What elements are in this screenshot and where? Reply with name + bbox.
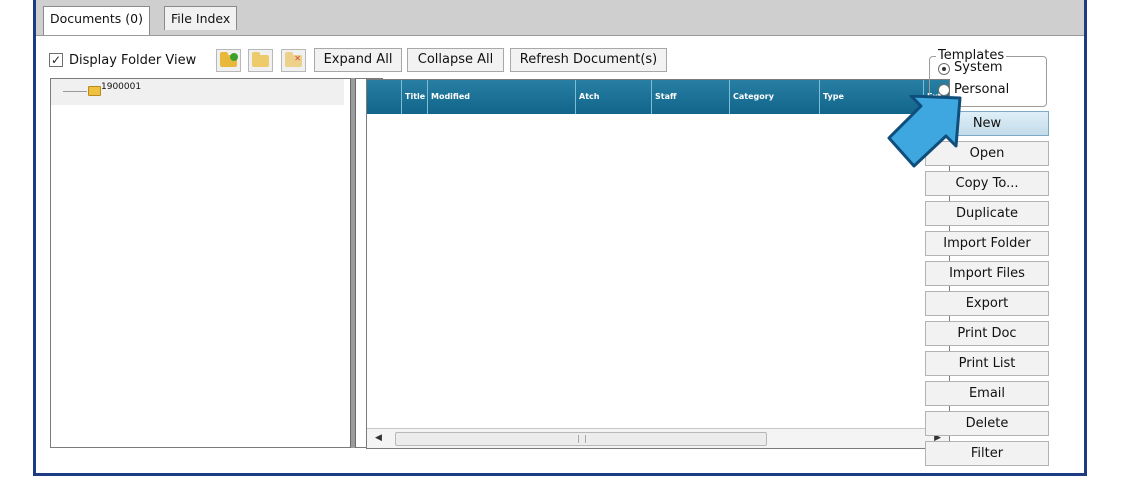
copy-to-button[interactable]: Copy To...	[925, 171, 1049, 196]
documents-window: Documents (0) File Index ✓ Display Folde…	[33, 0, 1087, 476]
filter-button[interactable]: Filter	[925, 441, 1049, 466]
document-grid: Title Modified Atch Staff Category Type …	[366, 79, 950, 449]
panel-splitter[interactable]	[350, 78, 356, 448]
tab-documents[interactable]: Documents (0)	[43, 6, 150, 36]
column-category[interactable]: Category	[729, 80, 819, 114]
display-folder-view-checkbox[interactable]: ✓	[49, 53, 63, 67]
import-folder-button[interactable]: Import Folder	[925, 231, 1049, 256]
column-modified[interactable]: Modified	[427, 80, 575, 114]
refresh-documents-button[interactable]: Refresh Document(s)	[510, 48, 667, 72]
column-atch[interactable]: Atch	[575, 80, 651, 114]
duplicate-button[interactable]: Duplicate	[925, 201, 1049, 226]
email-button[interactable]: Email	[925, 381, 1049, 406]
tree-node-label: 1900001	[101, 82, 142, 92]
new-folder-icon	[220, 52, 238, 67]
radio-system[interactable]	[938, 63, 950, 75]
tab-file-index[interactable]: File Index	[164, 6, 238, 30]
scroll-left-icon[interactable]: ◀	[375, 433, 382, 443]
open-folder-button[interactable]	[248, 49, 273, 72]
scrollbar-thumb[interactable]	[395, 432, 767, 446]
tab-strip: Documents (0) File Index	[36, 0, 1084, 36]
tree-node-row[interactable]: 1900001	[51, 79, 344, 105]
delete-button[interactable]: Delete	[925, 411, 1049, 436]
display-folder-view-label: Display Folder View	[69, 53, 197, 68]
column-staff[interactable]: Staff	[651, 80, 729, 114]
expand-all-button[interactable]: Expand All	[314, 48, 402, 72]
export-button[interactable]: Export	[925, 291, 1049, 316]
delete-folder-icon: ✕	[285, 52, 302, 67]
folder-tree: 1900001	[50, 78, 383, 448]
print-list-button[interactable]: Print List	[925, 351, 1049, 376]
tree-connector	[63, 91, 87, 92]
collapse-all-button[interactable]: Collapse All	[407, 48, 504, 72]
delete-folder-button[interactable]: ✕	[281, 49, 306, 72]
horizontal-scrollbar[interactable]: ◀ ▶	[367, 428, 949, 448]
folder-icon	[88, 86, 101, 96]
new-folder-button[interactable]	[216, 49, 241, 72]
callout-arrow-icon	[887, 95, 962, 168]
open-folder-icon	[252, 52, 269, 67]
import-files-button[interactable]: Import Files	[925, 261, 1049, 286]
column-title[interactable]: Title	[401, 80, 427, 114]
print-doc-button[interactable]: Print Doc	[925, 321, 1049, 346]
grid-header: Title Modified Atch Staff Category Type …	[367, 80, 949, 114]
radio-system-label: System	[954, 60, 1003, 75]
grid-header-selector	[367, 80, 401, 114]
